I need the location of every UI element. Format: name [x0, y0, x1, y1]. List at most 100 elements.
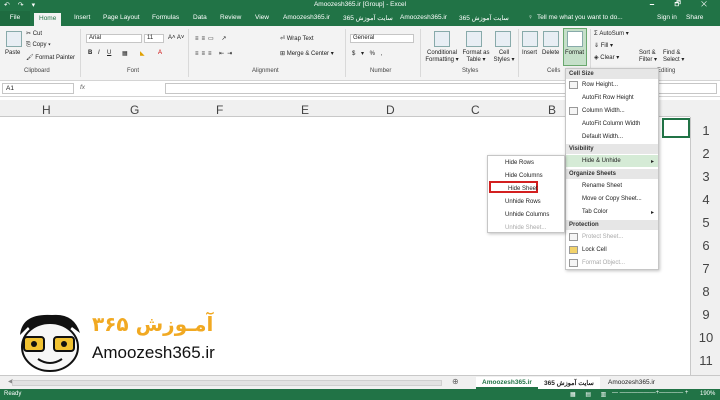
submenu-item-hide-sheet[interactable]: Hide Sheet — [489, 181, 538, 193]
tab-view[interactable]: View — [255, 14, 269, 21]
cell-styles-button[interactable]: Cell Styles ▾ — [493, 50, 515, 64]
autosum-button[interactable]: Σ AutoSum ▾ — [594, 30, 629, 37]
share-button[interactable]: Share — [686, 14, 703, 21]
row-header-5[interactable]: 5 — [691, 215, 720, 230]
row-header-8[interactable]: 8 — [691, 284, 720, 299]
tab-amoozesh-1[interactable]: Amoozesh365.ir — [283, 14, 330, 21]
number-format-select[interactable]: General — [350, 34, 414, 43]
paste-button[interactable]: Paste — [5, 50, 20, 56]
number-format-buttons[interactable]: $ ▾ % , — [352, 50, 384, 57]
tab-insert[interactable]: Insert — [74, 14, 90, 21]
sheet-tab-2[interactable]: سایت آموزش 365 — [538, 377, 600, 389]
horizontal-align-buttons[interactable]: ≡≡≡ ⇤⇥ — [195, 50, 235, 57]
row-header-3[interactable]: 3 — [691, 169, 720, 184]
tab-formulas[interactable]: Formulas — [152, 14, 179, 21]
submenu-item-unhide-rows[interactable]: Unhide Rows — [488, 196, 564, 208]
insert-cells-icon[interactable] — [522, 31, 538, 47]
submenu-item-hide-rows[interactable]: Hide Rows — [488, 157, 564, 169]
row-header-6[interactable]: 6 — [691, 238, 720, 253]
format-painter-button[interactable]: 🖌 Format Painter — [26, 54, 75, 61]
menu-item-rename-sheet[interactable]: Rename Sheet — [566, 180, 658, 192]
tab-page-layout[interactable]: Page Layout — [103, 14, 140, 21]
vertical-align-buttons[interactable]: ≡≡▭ ↗ — [195, 35, 229, 42]
row-header-10[interactable]: 10 — [691, 330, 720, 345]
tell-me-box[interactable]: Tell me what you want to do... — [537, 14, 623, 21]
menu-item-move-copy[interactable]: Move or Copy Sheet... — [566, 193, 658, 205]
fill-button[interactable]: ⇓ Fill ▾ — [594, 42, 613, 49]
font-group-label: Font — [127, 68, 140, 74]
row-header-11[interactable]: 11 — [691, 353, 720, 368]
menu-item-column-width[interactable]: Column Width... — [566, 105, 658, 117]
name-box[interactable]: A1 — [2, 83, 74, 94]
font-color-icon[interactable]: A — [158, 50, 162, 56]
submenu-item-unhide-columns[interactable]: Unhide Columns — [488, 209, 564, 221]
column-header-f[interactable]: F — [216, 103, 223, 117]
tab-review[interactable]: Review — [220, 14, 241, 21]
font-size-select[interactable]: 11 — [144, 34, 164, 43]
menu-header-organize: Organize Sheets — [566, 169, 658, 179]
active-cell-a1[interactable] — [662, 118, 690, 138]
view-buttons[interactable]: ▦ ▤ ▥ — [570, 391, 610, 398]
merge-center-button[interactable]: ⊞ Merge & Center ▾ — [280, 50, 334, 57]
wrap-text-button[interactable]: ⏎ Wrap Text — [280, 35, 314, 42]
delete-cells-icon[interactable] — [543, 31, 559, 47]
format-button[interactable]: Format — [565, 50, 584, 56]
row-header-7[interactable]: 7 — [691, 261, 720, 276]
add-sheet-icon[interactable]: ⊕ — [452, 377, 459, 386]
row-header-9[interactable]: 9 — [691, 307, 720, 322]
tab-amoozesh-3[interactable]: Amoozesh365.ir — [400, 14, 447, 21]
column-header-g[interactable]: G — [130, 103, 139, 117]
select-all-corner[interactable] — [690, 100, 720, 117]
zoom-level[interactable]: 190% — [700, 391, 715, 397]
font-grow-shrink[interactable]: A˄ A˅ — [168, 35, 184, 41]
bold-button[interactable]: B — [88, 50, 92, 56]
menu-item-autofit-row[interactable]: AutoFit Row Height — [566, 92, 658, 104]
copy-button[interactable]: ⎘ Copy ▾ — [26, 42, 51, 49]
menu-item-autofit-column[interactable]: AutoFit Column Width — [566, 118, 658, 130]
borders-icon[interactable]: ▦ — [122, 50, 128, 57]
tab-file[interactable]: File — [0, 11, 30, 26]
column-header-e[interactable]: E — [301, 103, 309, 117]
menu-item-row-height[interactable]: Row Height... — [566, 79, 658, 91]
sign-in-link[interactable]: Sign in — [657, 14, 677, 21]
fill-color-icon[interactable]: ◣ — [140, 50, 145, 57]
delete-cells-button[interactable]: Delete — [542, 50, 559, 56]
format-as-table-button[interactable]: Format as Table ▾ — [460, 50, 492, 64]
find-select-button[interactable]: Find & Select ▾ — [663, 50, 689, 64]
fx-icon[interactable]: fx — [80, 84, 85, 91]
column-header-h[interactable]: H — [42, 103, 51, 117]
row-header-1[interactable]: 1 — [691, 123, 720, 138]
menu-item-tab-color[interactable]: Tab Color ▸ — [566, 206, 658, 218]
italic-button[interactable]: I — [98, 50, 100, 56]
conditional-formatting-icon[interactable] — [434, 31, 450, 47]
paste-icon[interactable] — [6, 31, 22, 47]
window-controls[interactable]: 🗕 🗗 ✕ — [650, 0, 716, 11]
horizontal-scrollbar[interactable] — [12, 380, 442, 386]
tab-amoozesh-4[interactable]: سایت آموزش 365 — [459, 14, 509, 22]
sheet-tab-1[interactable]: Amoozesh365.ir — [476, 377, 538, 389]
format-as-table-icon[interactable] — [466, 31, 482, 47]
column-header-d[interactable]: D — [386, 103, 395, 117]
insert-cells-button[interactable]: Insert — [522, 50, 537, 56]
menu-item-default-width[interactable]: Default Width... — [566, 131, 658, 143]
menu-item-lock-cell[interactable]: Lock Cell — [566, 244, 658, 256]
tab-home[interactable]: Home — [34, 13, 62, 26]
tab-data[interactable]: Data — [193, 14, 207, 21]
clear-button[interactable]: ◈ Clear ▾ — [594, 54, 619, 61]
conditional-formatting-button[interactable]: Conditional Formatting ▾ — [424, 50, 460, 64]
format-icon[interactable] — [567, 31, 583, 47]
menu-item-hide-unhide[interactable]: Hide & Unhide ▸ — [566, 155, 658, 167]
column-header-c[interactable]: C — [471, 103, 480, 117]
row-header-2[interactable]: 2 — [691, 146, 720, 161]
font-name-select[interactable]: Arial — [86, 34, 142, 43]
sheet-tab-3[interactable]: Amoozesh365.ir — [602, 377, 661, 389]
cell-styles-icon[interactable] — [495, 31, 511, 47]
cut-button[interactable]: ✂ Cut — [26, 30, 42, 37]
zoom-slider[interactable]: — ——————+———— + — [612, 390, 688, 396]
logo-persian-text: آمـوزش ۳۶۵ — [92, 312, 214, 336]
sort-filter-button[interactable]: Sort & Filter ▾ — [639, 50, 661, 64]
underline-button[interactable]: U — [107, 50, 111, 56]
row-header-4[interactable]: 4 — [691, 192, 720, 207]
column-header-b[interactable]: B — [548, 103, 556, 117]
tab-amoozesh-2[interactable]: سایت آموزش 365 — [343, 14, 393, 22]
